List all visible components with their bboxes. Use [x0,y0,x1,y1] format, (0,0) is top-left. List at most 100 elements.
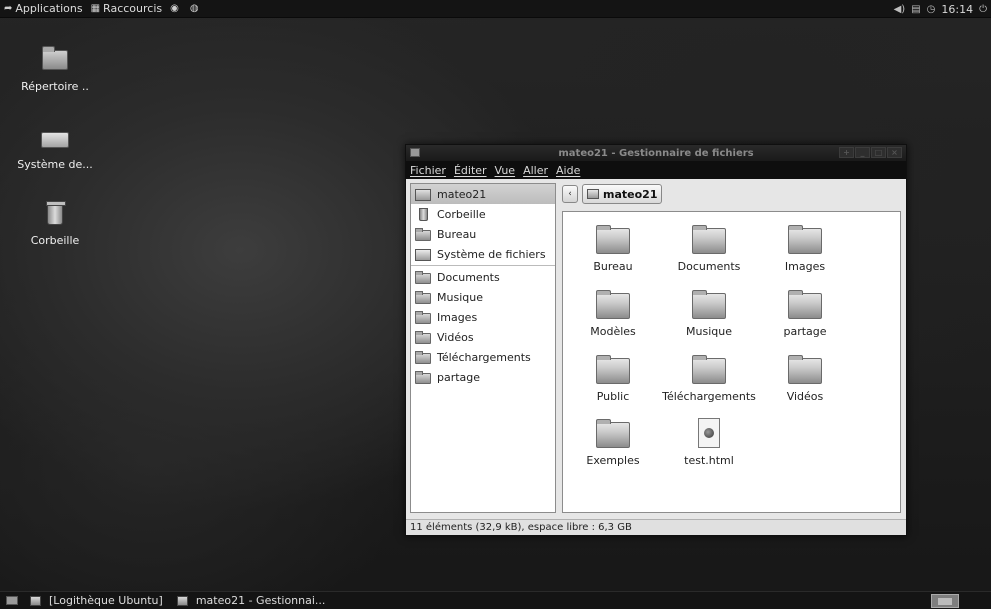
menu-help[interactable]: Aide [556,164,580,177]
file-item[interactable]: Modèles [565,289,661,338]
folder-icon [692,289,726,319]
file-item-label: Bureau [593,260,633,273]
applications-label: Applications [15,2,83,15]
folder-icon [596,224,630,254]
folder-icon [692,354,726,384]
sidebar-item-trash[interactable]: Corbeille [411,204,555,224]
show-desktop-icon[interactable] [6,596,18,605]
file-item[interactable]: Documents [661,224,757,273]
sidebar-item-documents[interactable]: Documents [411,267,555,287]
icon-view: Bureau Documents Images Modèles Musique … [562,211,901,513]
sidebar-item-share[interactable]: partage [411,367,555,387]
file-item[interactable]: Musique [661,289,757,338]
sidebar-item-label: Système de fichiers [437,247,546,261]
close-button[interactable]: × [887,147,902,158]
clock[interactable]: 16:14 [941,3,973,16]
menubar: Fichier Éditer Vue Aller Aide [406,161,906,179]
taskbar-item-label: mateo21 - Gestionnai... [195,594,326,607]
file-item[interactable]: Public [565,354,661,403]
file-item-label: Public [596,390,630,403]
file-item[interactable]: Vidéos [757,354,853,403]
desktop-icon-filesystem[interactable]: Système de... [10,122,100,171]
sidebar-divider [411,265,555,266]
file-item-label: Exemples [586,454,640,467]
path-back-button[interactable]: ‹ [562,185,578,203]
path-crumb-current[interactable]: mateo21 [582,184,663,204]
file-manager-icon [176,595,188,606]
bottom-panel: [Logithèque Ubuntu] mateo21 - Gestionnai… [0,591,991,609]
status-bar: 11 éléments (32,9 kB), espace libre : 6,… [406,519,906,535]
sidebar-item-desktop[interactable]: Bureau [411,224,555,244]
software-center-icon [30,595,41,606]
file-item-label: Musique [686,325,732,338]
home-folder-icon [39,44,71,76]
menu-view[interactable]: Vue [495,164,516,177]
menu-file[interactable]: Fichier [410,164,446,177]
file-item[interactable]: Exemples [565,418,661,467]
places-menu[interactable]: ▦ Raccourcis [87,0,167,18]
file-item[interactable]: Images [757,224,853,273]
menu-edit[interactable]: Éditer [454,164,487,177]
places-label: Raccourcis [103,2,163,15]
drive-icon [39,122,71,154]
folder-icon [415,227,431,241]
desktop-icon-label: Corbeille [30,234,80,247]
workspace-switcher[interactable] [931,594,959,608]
desktop-icon-home[interactable]: Répertoire .. [10,44,100,93]
file-item[interactable]: test.html [661,418,757,467]
status-text: 11 éléments (32,9 kB), espace libre : 6,… [410,522,632,533]
file-item-label: test.html [684,454,734,467]
menu-go[interactable]: Aller [523,164,548,177]
desktop-icon-label: Système de... [17,158,93,171]
file-item-label: Vidéos [786,390,824,403]
drive-icon [415,248,431,261]
minimize-button[interactable]: _ [855,147,870,158]
pin-button[interactable]: + [839,147,854,158]
file-item-label: partage [783,325,827,338]
sidebar-item-videos[interactable]: Vidéos [411,327,555,347]
system-tray: ◀) ▤ ◷ 16:14 ⏻ [894,0,987,18]
folder-icon [596,418,630,448]
folder-icon [415,330,431,344]
file-item[interactable]: Bureau [565,224,661,273]
sidebar-item-label: Musique [437,290,483,304]
window-titlebar[interactable]: mateo21 - Gestionnaire de fichiers + _ □… [406,145,906,161]
maximize-button[interactable]: □ [871,147,886,158]
folder-icon [788,224,822,254]
file-item[interactable]: partage [757,289,853,338]
path-crumb-label: mateo21 [603,187,658,201]
sidebar-item-pictures[interactable]: Images [411,307,555,327]
network-icon[interactable]: ▤ [911,4,920,15]
volume-icon[interactable]: ◀) [894,4,906,15]
folder-icon [788,289,822,319]
sidebar: mateo21 Corbeille Bureau Système de fich… [410,183,556,513]
file-item[interactable]: Téléchargements [661,354,757,403]
taskbar-item-file-manager[interactable]: mateo21 - Gestionnai... [171,593,334,609]
sidebar-item-filesystem[interactable]: Système de fichiers [411,244,555,264]
desktop-icon-trash[interactable]: Corbeille [10,198,100,247]
places-icon: ▦ [90,3,101,14]
help-launcher-icon[interactable]: ◍ [186,0,203,18]
trash-icon [415,207,431,221]
home-icon [415,188,431,201]
sidebar-item-label: partage [437,370,481,384]
applications-menu[interactable]: ➦ Applications [0,0,87,18]
html-file-icon [692,418,726,448]
sidebar-item-label: Vidéos [437,330,474,344]
sidebar-item-downloads[interactable]: Téléchargements [411,347,555,367]
window-icon [410,148,420,157]
sidebar-item-home[interactable]: mateo21 [411,184,555,204]
sidebar-item-label: Téléchargements [437,350,531,364]
sidebar-item-label: Corbeille [437,207,486,221]
browser-launcher-icon[interactable]: ◉ [166,0,183,18]
sidebar-item-label: Bureau [437,227,477,241]
sidebar-item-label: mateo21 [437,187,487,201]
power-icon[interactable]: ⏻ [979,4,987,15]
sidebar-item-music[interactable]: Musique [411,287,555,307]
folder-icon [788,354,822,384]
folder-icon [596,354,630,384]
applications-icon: ➦ [4,3,13,14]
taskbar-item-software-center[interactable]: [Logithèque Ubuntu] [24,593,171,609]
window-title: mateo21 - Gestionnaire de fichiers [558,147,754,159]
sidebar-item-label: Images [437,310,478,324]
